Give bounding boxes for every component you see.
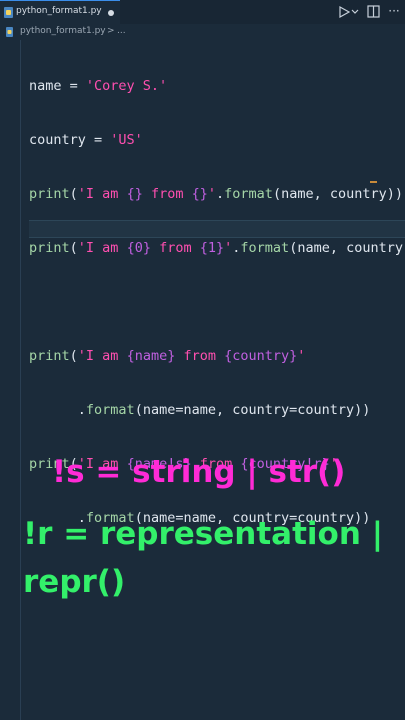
python-file-icon <box>4 7 13 18</box>
breadcrumb: python_format1.py > ... <box>0 24 405 40</box>
annotation-repr: !r = representation | repr() <box>23 516 384 600</box>
run-icon[interactable] <box>338 6 350 18</box>
code-line: name = 'Corey S.' <box>29 77 405 95</box>
code-text: .format(name=name, country=country)) <box>29 402 371 418</box>
code-text: print('I am {0} from {1}'.format(name, c… <box>29 240 405 256</box>
code-editor[interactable]: name = 'Corey S.' country = 'US' print('… <box>0 40 405 720</box>
code-text: country = 'US' <box>29 132 143 148</box>
unsaved-dot-icon[interactable] <box>108 10 114 16</box>
code-text: print('I am {} from {}'.format(name, cou… <box>29 186 403 202</box>
split-editor-icon[interactable] <box>367 5 380 18</box>
tab-python-format1[interactable]: python_format1.py <box>0 0 120 24</box>
chevron-down-icon[interactable] <box>351 7 359 17</box>
tab-label: python_format1.py <box>16 6 102 16</box>
python-file-icon <box>6 27 13 37</box>
code-line: print('I am {0} from {1}'.format(name, c… <box>29 239 405 257</box>
annotation-str: !s = string | str() <box>52 454 346 490</box>
code-line: .format(name=name, country=country)) <box>29 401 405 419</box>
code-line: print('I am {name} from {country}' <box>29 347 405 365</box>
indent-guide <box>20 40 21 720</box>
breadcrumb-separator: > <box>107 26 115 36</box>
breadcrumb-file[interactable]: python_format1.py <box>20 26 106 36</box>
breadcrumb-symbols[interactable]: ... <box>117 26 126 36</box>
more-actions-icon[interactable]: ··· <box>386 3 402 19</box>
code-line: print('I am {} from {}'.format(name, cou… <box>29 185 405 203</box>
code-line: country = 'US' <box>29 131 405 149</box>
tab-bar: python_format1.py ··· <box>0 0 405 24</box>
code-text: name = 'Corey S.' <box>29 78 168 94</box>
code-text: print('I am {name} from {country}' <box>29 348 306 364</box>
